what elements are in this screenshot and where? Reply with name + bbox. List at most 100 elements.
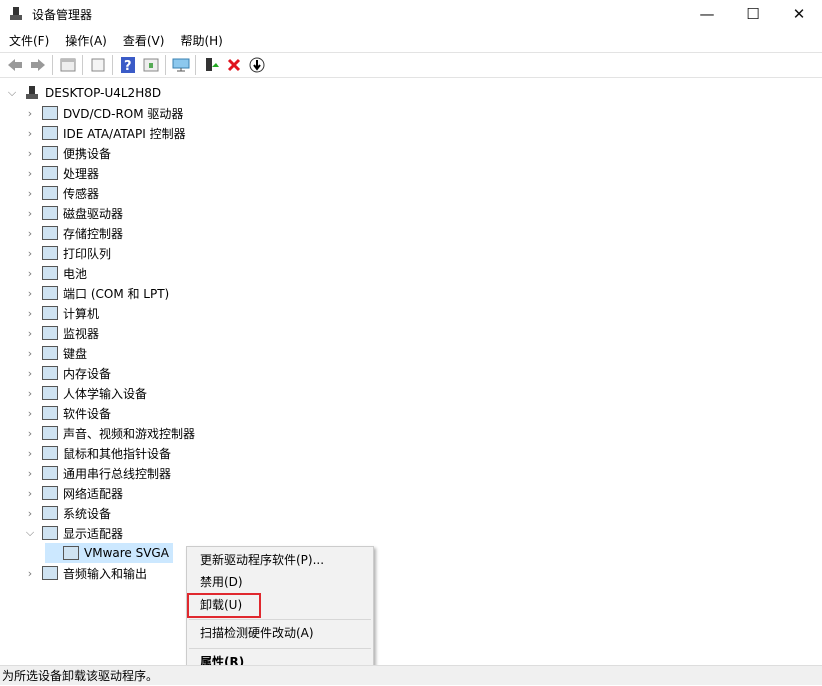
chevron-right-icon[interactable]: › xyxy=(24,447,36,460)
chevron-right-icon[interactable]: › xyxy=(24,207,36,220)
tree-item-label: 电池 xyxy=(63,265,87,282)
chevron-right-icon[interactable]: › xyxy=(24,107,36,120)
tree-item[interactable]: › 通用串行总线控制器 xyxy=(24,463,171,483)
scan-hardware-icon[interactable] xyxy=(169,54,192,76)
device-category-icon xyxy=(42,506,58,520)
chevron-right-icon[interactable]: › xyxy=(24,147,36,160)
tree-item[interactable]: › DVD/CD-ROM 驱动器 xyxy=(24,103,183,123)
menu-separator xyxy=(189,619,371,620)
forward-icon[interactable] xyxy=(26,54,49,76)
tree-item[interactable]: ›网络适配器 xyxy=(24,483,123,503)
maximize-button[interactable]: ☐ xyxy=(730,0,776,28)
device-category-icon xyxy=(42,306,58,320)
back-icon[interactable] xyxy=(3,54,26,76)
tree-item[interactable]: ›鼠标和其他指针设备 xyxy=(24,443,171,463)
tree-item-label: IDE ATA/ATAPI 控制器 xyxy=(63,125,186,142)
help-icon[interactable]: ? xyxy=(116,54,139,76)
menu-scan-hardware[interactable]: 扫描检测硬件改动(A) xyxy=(200,623,314,643)
device-category-icon xyxy=(42,146,58,160)
tree-item-label: 计算机 xyxy=(63,305,99,322)
action-pane-icon[interactable] xyxy=(139,54,162,76)
tree-item[interactable]: › 存储控制器 xyxy=(24,223,123,243)
chevron-right-icon[interactable]: › xyxy=(24,407,36,420)
tree-item[interactable]: VMware SVGA xyxy=(45,543,173,563)
menu-help[interactable]: 帮助(H) xyxy=(171,31,229,51)
chevron-right-icon[interactable]: › xyxy=(24,227,36,240)
update-driver-icon[interactable] xyxy=(199,54,222,76)
close-button[interactable]: ✕ xyxy=(776,0,822,28)
tree-item-label: 处理器 xyxy=(63,165,99,182)
svg-text:?: ? xyxy=(124,59,132,73)
minimize-button[interactable]: — xyxy=(684,0,730,28)
tree-item[interactable]: › 音频输入和输出 xyxy=(24,563,147,583)
tree-item[interactable]: › 传感器 xyxy=(24,183,99,203)
menu-bar: 文件(F) 操作(A) 查看(V) 帮助(H) xyxy=(0,31,230,51)
chevron-right-icon[interactable]: › xyxy=(24,427,36,440)
tree-item[interactable]: ›端口 (COM 和 LPT) xyxy=(24,283,169,303)
disable-icon[interactable] xyxy=(245,54,268,76)
tree-item[interactable]: ›声音、视频和游戏控制器 xyxy=(24,423,195,443)
tree-item[interactable]: ›磁盘驱动器 xyxy=(24,203,123,223)
menu-update-driver[interactable]: 更新驱动程序软件(P)... xyxy=(200,550,324,570)
menu-file[interactable]: 文件(F) xyxy=(0,31,56,51)
tree-item[interactable]: › 电池 xyxy=(24,263,87,283)
device-category-icon xyxy=(42,526,58,540)
device-category-icon xyxy=(42,446,58,460)
chevron-down-icon[interactable]: ⌵ xyxy=(24,526,36,540)
chevron-down-icon[interactable]: ⌵ xyxy=(6,86,18,100)
tree-item-label: DVD/CD-ROM 驱动器 xyxy=(63,105,183,122)
device-category-icon xyxy=(42,326,58,340)
tree-item[interactable]: ›软件设备 xyxy=(24,403,111,423)
title-bar: 设备管理器 — ☐ ✕ xyxy=(0,0,822,28)
chevron-right-icon[interactable]: › xyxy=(24,487,36,500)
menu-action[interactable]: 操作(A) xyxy=(56,31,114,51)
chevron-right-icon[interactable]: › xyxy=(24,467,36,480)
menu-disable[interactable]: 禁用(D) xyxy=(200,572,243,592)
tree-item[interactable]: ›内存设备 xyxy=(24,363,111,383)
device-category-icon xyxy=(42,426,58,440)
chevron-right-icon[interactable]: › xyxy=(24,387,36,400)
device-category-icon xyxy=(42,346,58,360)
tree-item[interactable]: ›便携设备 xyxy=(24,143,111,163)
device-category-icon xyxy=(42,406,58,420)
show-hide-tree-icon[interactable] xyxy=(56,54,79,76)
device-category-icon xyxy=(42,286,58,300)
chevron-right-icon[interactable]: › xyxy=(24,367,36,380)
chevron-right-icon[interactable]: › xyxy=(24,287,36,300)
tree-root[interactable]: ⌵ DESKTOP-U4L2H8D xyxy=(6,83,161,103)
device-category-icon xyxy=(42,466,58,480)
root-label: DESKTOP-U4L2H8D xyxy=(45,86,161,100)
device-category-icon xyxy=(42,266,58,280)
tree-item-label: 通用串行总线控制器 xyxy=(63,465,171,482)
chevron-right-icon[interactable]: › xyxy=(24,247,36,260)
menu-view[interactable]: 查看(V) xyxy=(114,31,172,51)
tree-item-label: 显示适配器 xyxy=(63,525,123,542)
tree-item[interactable]: › IDE ATA/ATAPI 控制器 xyxy=(24,123,186,143)
tree-item[interactable]: ›系统设备 xyxy=(24,503,111,523)
chevron-right-icon[interactable]: › xyxy=(24,307,36,320)
tree-item[interactable]: ⌵ 显示适配器 xyxy=(24,523,123,543)
tree-item[interactable]: › 打印队列 xyxy=(24,243,111,263)
tree-item[interactable]: › 处理器 xyxy=(24,163,99,183)
tree-item-label: 打印队列 xyxy=(63,245,111,262)
properties-icon[interactable] xyxy=(86,54,109,76)
chevron-right-icon[interactable]: › xyxy=(24,567,36,580)
device-category-icon xyxy=(42,106,58,120)
tree-item-label: 音频输入和输出 xyxy=(63,565,147,582)
tree-item-label: 存储控制器 xyxy=(63,225,123,242)
device-category-icon xyxy=(42,166,58,180)
tree-item[interactable]: › 计算机 xyxy=(24,303,99,323)
tree-item[interactable]: ›键盘 xyxy=(24,343,87,363)
chevron-right-icon[interactable]: › xyxy=(24,267,36,280)
uninstall-icon[interactable] xyxy=(222,54,245,76)
tree-item[interactable]: ›监视器 xyxy=(24,323,99,343)
chevron-right-icon[interactable]: › xyxy=(24,167,36,180)
chevron-right-icon[interactable]: › xyxy=(24,507,36,520)
chevron-right-icon[interactable]: › xyxy=(24,347,36,360)
chevron-right-icon[interactable]: › xyxy=(24,327,36,340)
chevron-right-icon[interactable]: › xyxy=(24,187,36,200)
tree-item-label: 传感器 xyxy=(63,185,99,202)
device-manager-icon xyxy=(8,6,24,22)
tree-item[interactable]: ›人体学输入设备 xyxy=(24,383,147,403)
chevron-right-icon[interactable]: › xyxy=(24,127,36,140)
